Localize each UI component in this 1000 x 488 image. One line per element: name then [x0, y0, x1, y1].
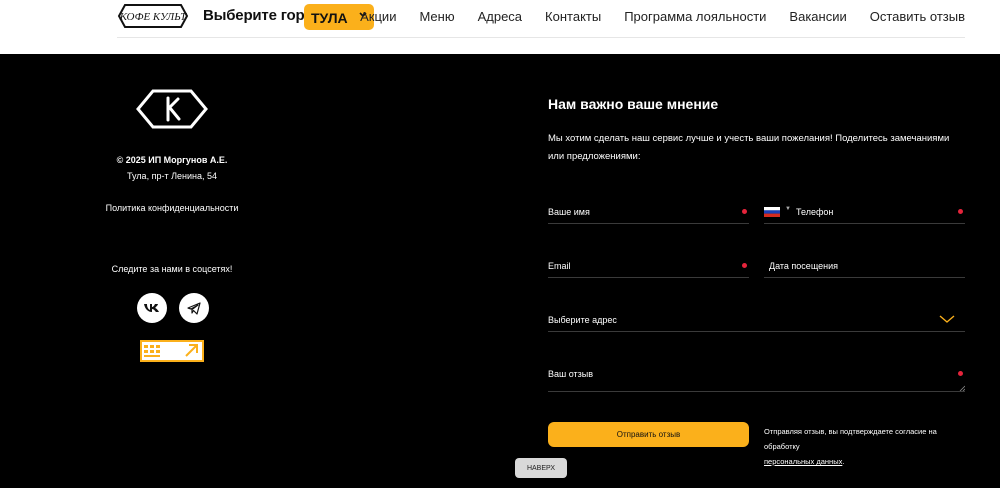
form-description: Мы хотим сделать наш сервис лучше и учес…	[548, 133, 950, 162]
footer-logo-icon[interactable]	[135, 88, 209, 130]
address-select[interactable]: Выберите адрес	[548, 310, 965, 332]
name-field-label: Ваше имя	[548, 207, 590, 217]
phone-field-label: Телефон	[796, 207, 834, 217]
header-divider	[117, 37, 965, 38]
site-header: КОФЕ КУЛЬТ Выберите город: ТУЛА Акции Ме…	[0, 0, 1000, 54]
caret-down-icon: ▼	[785, 206, 791, 212]
badge-arrow-icon	[144, 344, 198, 357]
address-select-label: Выберите адрес	[548, 315, 617, 325]
vk-icon	[144, 304, 159, 312]
copyright: © 2025 ИП Моргунов А.Е.	[116, 155, 228, 165]
brand-logo[interactable]: КОФЕ КУЛЬТ	[117, 3, 189, 29]
telegram-icon	[187, 302, 201, 315]
name-field[interactable]: Ваше имя	[548, 202, 749, 224]
nav-leave-review[interactable]: Оставить отзыв	[870, 9, 965, 24]
form-title: Нам важно ваше мнение	[548, 96, 719, 112]
consent-text-body: Отправляя отзыв, вы подтверждаете соглас…	[764, 427, 937, 451]
required-dot-icon	[742, 263, 747, 268]
nav-promotions[interactable]: Акции	[360, 9, 396, 24]
main-nav: Акции Меню Адреса Контакты Программа лоя…	[360, 9, 965, 24]
visit-date-field[interactable]: Дата посещения	[764, 256, 965, 278]
required-dot-icon	[742, 209, 747, 214]
logo-text: КОФЕ КУЛЬТ	[119, 11, 187, 23]
partner-badge[interactable]	[140, 340, 204, 362]
submit-review-button[interactable]: Отправить отзыв	[548, 422, 749, 447]
review-textarea[interactable]: Ваш отзыв	[548, 364, 965, 392]
nav-contacts[interactable]: Контакты	[545, 9, 601, 24]
review-label: Ваш отзыв	[548, 369, 594, 379]
chevron-down-icon	[939, 315, 955, 323]
nav-vacancies[interactable]: Вакансии	[789, 9, 846, 24]
consent-end: .	[842, 457, 845, 466]
phone-field[interactable]: ▼ Телефон	[764, 202, 965, 224]
consent-text: Отправляя отзыв, вы подтверждаете соглас…	[764, 424, 969, 469]
social-heading: Следите за нами в соцсетях!	[111, 264, 233, 274]
resize-handle-icon[interactable]	[959, 385, 965, 391]
nav-menu[interactable]: Меню	[419, 9, 454, 24]
email-field-label: Email	[548, 261, 571, 271]
nav-loyalty[interactable]: Программа лояльности	[624, 9, 766, 24]
telegram-link[interactable]	[179, 293, 209, 323]
personal-data-link[interactable]: персональных данных	[764, 457, 842, 466]
visit-date-label: Дата посещения	[769, 261, 838, 271]
privacy-link[interactable]: Политика конфиденциальности	[72, 203, 272, 213]
required-dot-icon	[958, 371, 963, 376]
email-field[interactable]: Email	[548, 256, 749, 278]
city-select-value: ТУЛА	[311, 10, 348, 26]
vk-link[interactable]	[137, 293, 167, 323]
required-dot-icon	[958, 209, 963, 214]
back-to-top-button[interactable]: НАВЕРХ	[515, 458, 567, 478]
nav-addresses[interactable]: Адреса	[478, 9, 522, 24]
russia-flag-icon[interactable]	[764, 207, 780, 217]
social-links	[137, 293, 209, 323]
footer-address: Тула, пр-т Ленина, 54	[127, 171, 217, 181]
